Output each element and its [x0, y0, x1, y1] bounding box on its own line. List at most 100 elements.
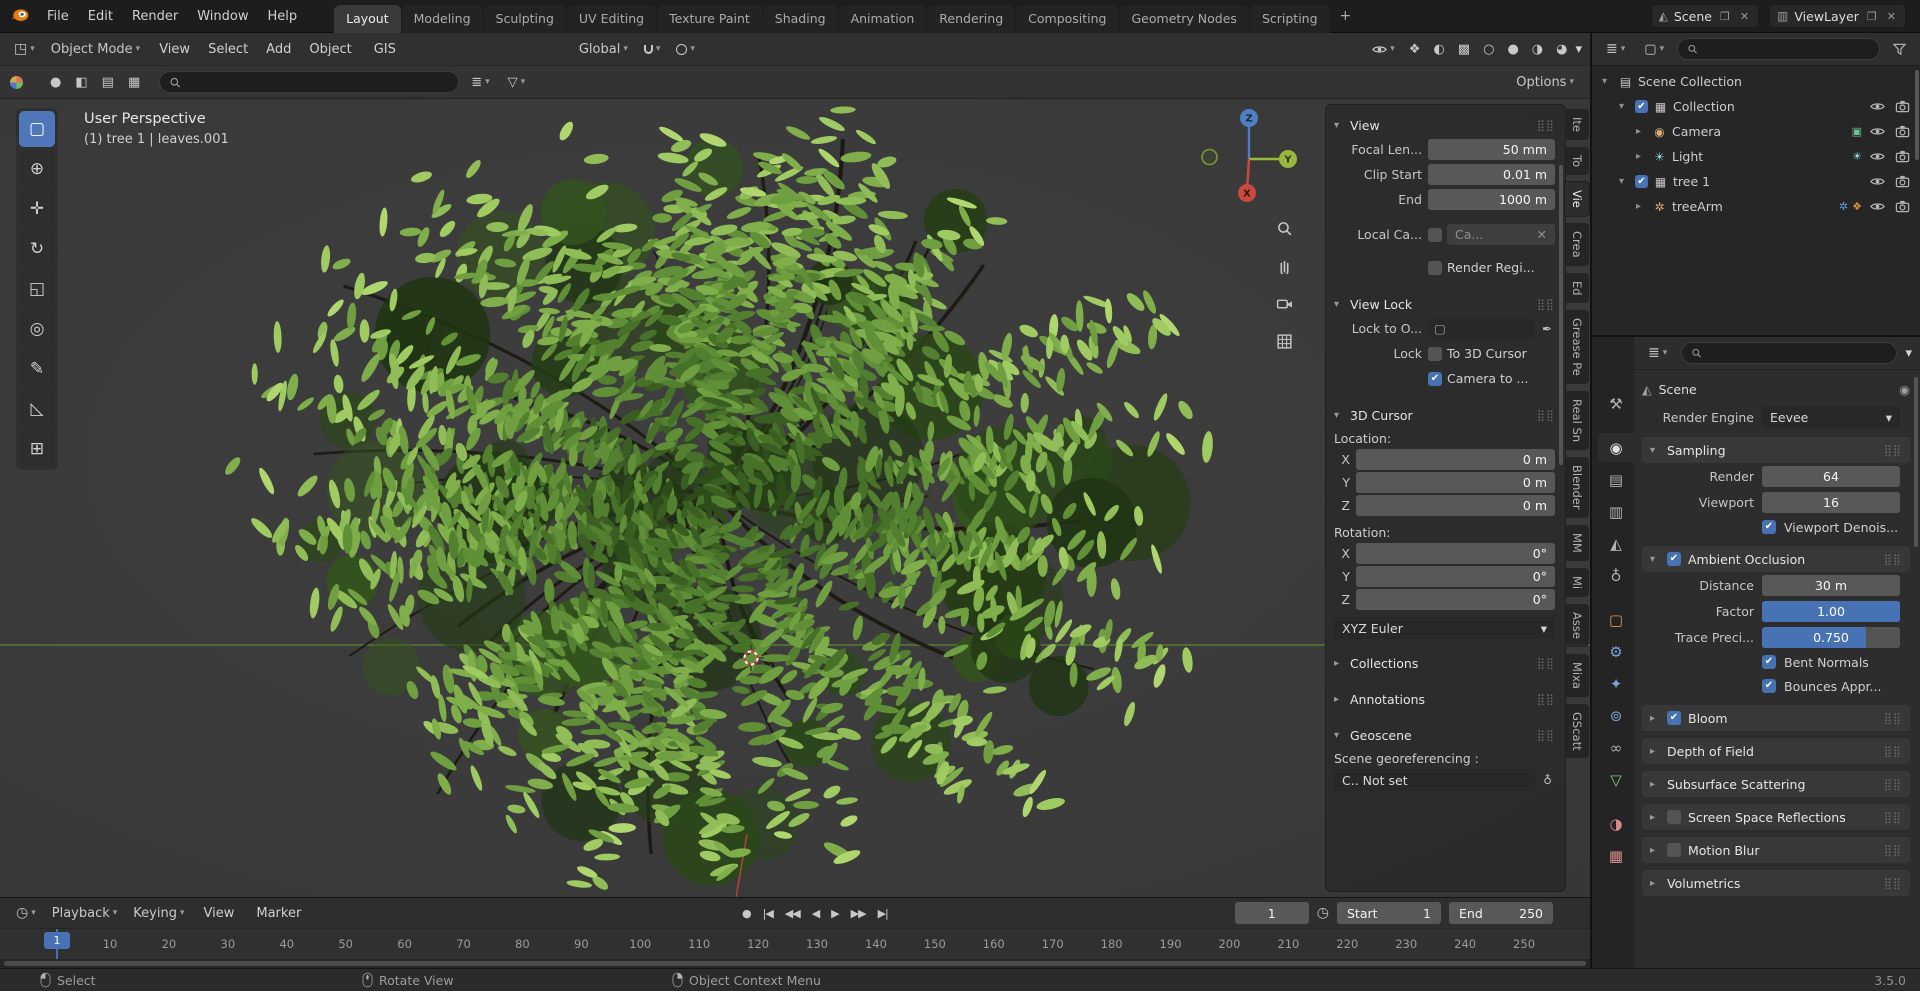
bent-normals-checkbox[interactable]: [1762, 655, 1776, 669]
n-panel-tab[interactable]: Blender: [1565, 457, 1589, 518]
expand-arrow-icon[interactable]: ▾: [1619, 101, 1630, 112]
ao-checkbox[interactable]: [1667, 552, 1681, 566]
view-lock-header[interactable]: ▾ View Lock ⣿⣿: [1334, 292, 1555, 316]
viewport-menu[interactable]: Select: [199, 38, 257, 61]
row-label[interactable]: Collection: [1673, 99, 1735, 114]
properties-tab-modifiers[interactable]: ⚙: [1598, 637, 1634, 666]
transport-jump-end[interactable]: ▶|: [873, 904, 893, 923]
n-panel-tab[interactable]: Mixa: [1565, 653, 1589, 697]
vh-toggle-shading-solid[interactable]: ●: [1501, 39, 1524, 60]
tool-scale[interactable]: ◱: [19, 271, 55, 307]
disable-render-toggle[interactable]: [1892, 199, 1912, 214]
viewport-3d[interactable]: User Perspective (1) tree 1 | leaves.001…: [0, 99, 1590, 897]
filter-dropdown[interactable]: ▽ ▾: [502, 72, 532, 93]
proportional-editing-toggle[interactable]: ▾: [670, 41, 701, 58]
properties-search-box[interactable]: [1681, 342, 1898, 364]
collections-header[interactable]: ▸ Collections ⣿⣿: [1334, 651, 1555, 675]
workspace-tab[interactable]: Animation: [838, 4, 927, 33]
expand-arrow-icon[interactable]: ▸: [1636, 151, 1647, 162]
toolrow-icon-gradient-sphere[interactable]: [33, 73, 39, 92]
timeline-editor-selector[interactable]: ◷ ▾: [10, 902, 42, 924]
bounces-checkbox[interactable]: [1762, 679, 1776, 693]
topbar-menu[interactable]: Edit: [79, 5, 122, 28]
new-viewlayer-button[interactable]: ❐: [1865, 10, 1879, 23]
grip-icon[interactable]: ⣿⣿: [1884, 712, 1902, 725]
properties-tab-particles[interactable]: ✦: [1598, 669, 1634, 698]
properties-editor-selector[interactable]: ≣ ▾: [1642, 342, 1673, 364]
view-panel-header[interactable]: ▾ View ⣿⣿: [1334, 113, 1555, 137]
grip-icon[interactable]: ⣿⣿: [1537, 693, 1555, 706]
geoscene-header[interactable]: ▾ Geoscene ⣿⣿: [1334, 723, 1555, 747]
tool-select-box[interactable]: ▢: [19, 111, 55, 147]
viewport-menu[interactable]: Add: [257, 38, 300, 61]
transport-auto-key[interactable]: ●: [737, 904, 756, 923]
ao-panel-header[interactable]: ▾ Ambient Occlusion ⣿⣿: [1642, 546, 1910, 572]
editor-type-selector[interactable]: ◳ ▾: [8, 38, 41, 60]
collapsed-panel-header-subsurface-scattering[interactable]: ▸ Subsurface Scattering ⣿⣿: [1642, 771, 1910, 797]
camera-to-view-checkbox[interactable]: [1428, 371, 1442, 386]
tool-annotate[interactable]: ✎: [19, 351, 55, 387]
transform-orientation-selector[interactable]: Global ▾: [573, 39, 634, 60]
vh-toggle-show-gizmo[interactable]: ❖: [1403, 39, 1427, 60]
playhead[interactable]: 1: [44, 932, 70, 949]
hide-viewport-toggle[interactable]: [1867, 124, 1887, 139]
toolrow-icon-matcap-sphere[interactable]: ●: [47, 73, 64, 92]
clip-end-field[interactable]: 1000 m: [1428, 189, 1555, 210]
collapsed-panel-header-screen-space-reflections[interactable]: ▸ Screen Space Reflections ⣿⣿: [1642, 804, 1910, 830]
expand-arrow-icon[interactable]: ▸: [1636, 201, 1647, 212]
n-panel-tab[interactable]: MM: [1565, 524, 1589, 561]
cursor-rotation-field[interactable]: 0°: [1356, 543, 1555, 564]
keying-menu[interactable]: Keying ▾: [127, 903, 190, 924]
outliner-display-mode[interactable]: ▢ ▾: [1638, 39, 1670, 60]
transport-prev-keyframe[interactable]: ◀◀: [780, 904, 805, 923]
blender-logo-icon[interactable]: [10, 6, 30, 26]
toolrow-icon-grid[interactable]: ▦: [125, 73, 143, 92]
vh-toggle-shading-material[interactable]: ◑: [1526, 39, 1549, 60]
n-panel-tab[interactable]: Ed: [1565, 272, 1589, 304]
shading-dropdown-icon[interactable]: ▾: [1575, 42, 1582, 57]
workspace-tab[interactable]: Sculpting: [483, 4, 566, 33]
vh-toggle-toggle-xray[interactable]: ▩: [1452, 39, 1476, 60]
add-workspace-button[interactable]: +: [1332, 4, 1360, 28]
toggle-perspective-button[interactable]: [1270, 327, 1298, 355]
properties-options-icon[interactable]: ▾: [1905, 346, 1912, 361]
row-label[interactable]: treeArm: [1672, 199, 1723, 214]
collapsed-panel-header-bloom[interactable]: ▸ Bloom ⣿⣿: [1642, 705, 1910, 731]
viewport-menu[interactable]: Object: [300, 38, 360, 61]
row-label[interactable]: tree 1: [1673, 174, 1710, 189]
cursor-rotation-field[interactable]: 0°: [1356, 589, 1555, 610]
snap-toggle[interactable]: ▾: [638, 41, 667, 57]
ao-factor-slider[interactable]: 1.00: [1762, 600, 1900, 622]
workspace-tab[interactable]: Scripting: [1249, 4, 1330, 33]
properties-tab-material[interactable]: ◑: [1598, 809, 1634, 838]
properties-tab-output[interactable]: ▤: [1598, 465, 1634, 494]
row-label[interactable]: Scene Collection: [1638, 74, 1742, 89]
n-panel-tab[interactable]: Crea: [1565, 222, 1589, 266]
viewlayer-selector[interactable]: ▥ ViewLayer ❐ ✕: [1769, 4, 1906, 28]
hide-viewport-toggle[interactable]: [1867, 199, 1887, 214]
cursor-rotation-field[interactable]: 0°: [1356, 566, 1555, 587]
denoise-checkbox[interactable]: [1762, 520, 1776, 534]
disable-render-toggle[interactable]: [1892, 124, 1912, 139]
preview-range-icon[interactable]: ◷: [1317, 905, 1329, 921]
gradient-sphere-icon[interactable]: [10, 75, 23, 89]
tool-transform[interactable]: ◎: [19, 311, 55, 347]
gis-search-box[interactable]: [159, 71, 460, 93]
current-frame-field[interactable]: 1: [1234, 902, 1309, 924]
n-panel-tab[interactable]: Ite: [1565, 109, 1589, 140]
collection-checkbox[interactable]: [1635, 175, 1648, 188]
properties-tab-world[interactable]: ♁: [1598, 561, 1634, 590]
n-panel-scrollbar[interactable]: [1559, 165, 1563, 465]
tool-rotate[interactable]: ↻: [19, 231, 55, 267]
vh-toggle-shading-rendered[interactable]: ◕: [1550, 39, 1573, 60]
georef-globe-icon[interactable]: ♁: [1540, 771, 1555, 789]
annotations-header[interactable]: ▸ Annotations ⣿⣿: [1334, 687, 1555, 711]
timeline-scrollbar[interactable]: [0, 959, 1590, 968]
n-panel-tab[interactable]: Vie: [1565, 182, 1589, 216]
tool-add-cube[interactable]: ⊞: [19, 431, 55, 467]
cursor-location-field[interactable]: 0 m: [1356, 449, 1555, 470]
crs-field[interactable]: C.. Not set: [1334, 769, 1536, 791]
grip-icon[interactable]: ⣿⣿: [1884, 778, 1902, 791]
hide-viewport-toggle[interactable]: [1867, 174, 1887, 189]
expand-arrow-icon[interactable]: ▾: [1619, 176, 1630, 187]
